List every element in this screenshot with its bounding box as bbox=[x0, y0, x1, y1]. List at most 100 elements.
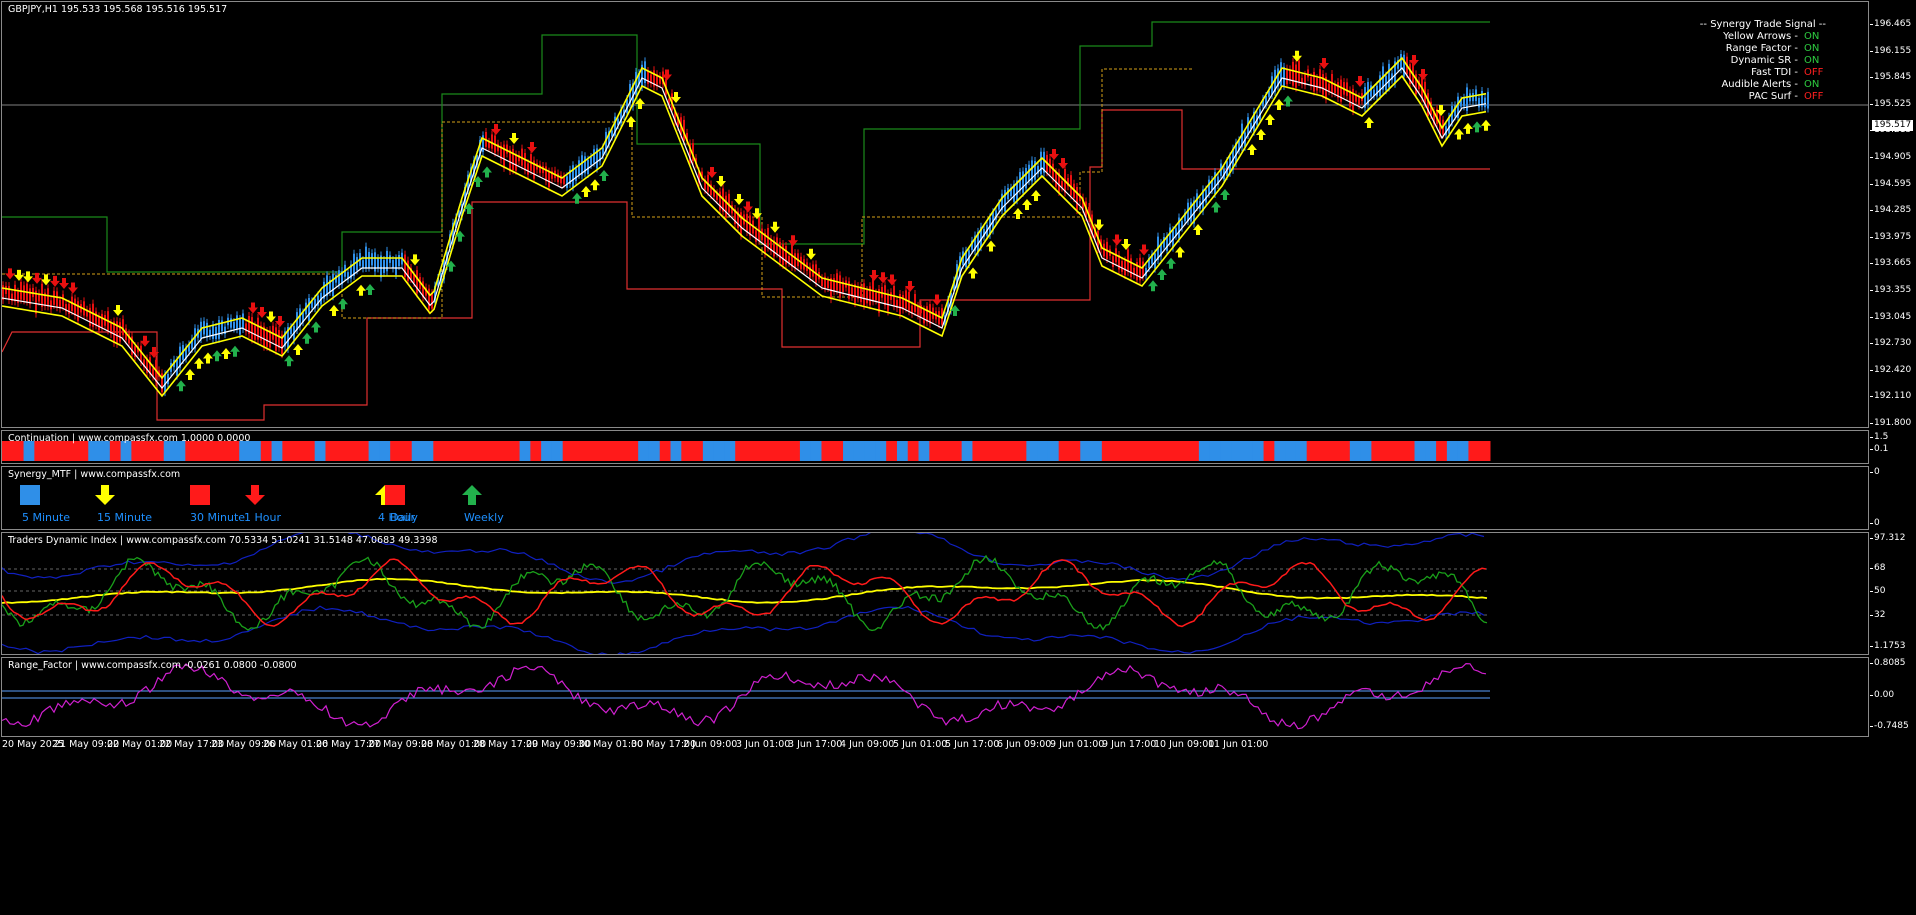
up-arrow-icon bbox=[599, 170, 609, 181]
signal-header-text: -- Synergy Trade Signal -- bbox=[1699, 19, 1826, 30]
candle-body bbox=[575, 168, 577, 181]
continuation-bar bbox=[918, 441, 930, 461]
candle-body bbox=[140, 345, 142, 363]
candle-body bbox=[1313, 71, 1315, 92]
candle-body bbox=[215, 327, 217, 340]
range-factor-tick: -0.7485 bbox=[1870, 721, 1909, 731]
candle-body bbox=[1352, 88, 1354, 112]
mtf-label: 5 Minute bbox=[22, 511, 71, 524]
down-arrow-icon bbox=[509, 133, 519, 144]
up-arrow-icon bbox=[1157, 269, 1167, 280]
candle-body bbox=[863, 283, 865, 306]
continuation-bar bbox=[314, 441, 326, 461]
continuation-tick-top: 1.5 bbox=[1869, 432, 1889, 442]
continuation-bar bbox=[810, 441, 822, 461]
continuation-bar bbox=[379, 441, 391, 461]
continuation-bar bbox=[1252, 441, 1265, 461]
candle-body bbox=[1295, 64, 1297, 88]
continuation-bar bbox=[692, 441, 704, 461]
continuation-bar bbox=[422, 441, 434, 461]
range-factor-tick: 0.00 bbox=[1869, 690, 1895, 700]
mtf-item bbox=[460, 483, 484, 509]
down-arrow-icon bbox=[1058, 158, 1068, 169]
candle-body bbox=[1283, 66, 1285, 86]
price-chart-svg[interactable] bbox=[2, 2, 1868, 427]
candle-body bbox=[506, 144, 508, 154]
candle-body bbox=[89, 307, 91, 327]
candle-body bbox=[275, 327, 277, 351]
down-arrow-icon bbox=[527, 142, 537, 153]
price-tick: 193.045 bbox=[1869, 311, 1912, 322]
continuation-bar bbox=[907, 441, 920, 461]
continuation-bar bbox=[1479, 441, 1491, 461]
down-arrow-icon bbox=[878, 272, 888, 284]
candle-body bbox=[512, 148, 514, 171]
candle-body bbox=[782, 243, 784, 265]
up-arrow-icon bbox=[1247, 144, 1257, 155]
signal-row: Fast TDI - OFF bbox=[1696, 67, 1826, 79]
candle-body bbox=[383, 260, 385, 273]
candle-body bbox=[209, 329, 211, 336]
continuation-bar bbox=[1069, 441, 1081, 461]
red-square-icon bbox=[188, 483, 212, 507]
mtf-pane[interactable]: Synergy_MTF | www.compassfx.com 5 Minute… bbox=[1, 466, 1869, 530]
continuation-bar bbox=[109, 441, 122, 461]
candle-body bbox=[206, 322, 208, 338]
continuation-bar bbox=[196, 441, 208, 461]
candle-body bbox=[47, 288, 49, 307]
tdi-tick: 1.1753 bbox=[1870, 641, 1906, 651]
up-arrow-icon bbox=[581, 186, 591, 197]
candle-body bbox=[239, 318, 241, 335]
down-arrow-icon bbox=[410, 254, 420, 266]
down-arrow-icon bbox=[23, 271, 33, 283]
up-arrow-icon bbox=[1220, 189, 1230, 200]
candle-body bbox=[548, 171, 550, 188]
signal-row: Dynamic SR - ON bbox=[1696, 55, 1826, 67]
continuation-bar bbox=[131, 441, 143, 461]
time-label: 11 Jun 01:00 bbox=[1208, 739, 1269, 750]
down-arrow-icon bbox=[1355, 76, 1365, 87]
candle-body bbox=[392, 260, 394, 269]
tdi-pane[interactable]: Traders Dynamic Index | www.compassfx.co… bbox=[1, 532, 1869, 655]
continuation-bar bbox=[433, 441, 445, 461]
candle-body bbox=[332, 274, 334, 297]
tdi-tick: 32 bbox=[1869, 610, 1886, 620]
continuation-bar bbox=[929, 441, 941, 461]
continuation-bar bbox=[1360, 441, 1372, 461]
candle-body bbox=[389, 255, 391, 263]
continuation-bar bbox=[1295, 441, 1308, 461]
candle-body bbox=[119, 322, 121, 342]
continuation-bar bbox=[77, 441, 89, 461]
continuation-bar bbox=[444, 441, 456, 461]
continuation-bar bbox=[638, 441, 650, 461]
range-factor-axis: 0.8085 0.00 -0.7485 bbox=[1869, 657, 1916, 737]
continuation-bar bbox=[1198, 441, 1211, 461]
candle-body bbox=[53, 290, 55, 305]
continuation-bar bbox=[1220, 441, 1232, 461]
signal-row: Yellow Arrows - ON bbox=[1696, 31, 1826, 43]
continuation-bar bbox=[152, 441, 165, 461]
time-axis: 20 May 2025 21 May 09:00 22 May 01:00 22 Ma… bbox=[0, 737, 1916, 755]
continuation-bar bbox=[1274, 441, 1286, 461]
continuation-bar bbox=[293, 441, 305, 461]
main-chart-pane[interactable]: GBPJPY,H1 195.533 195.568 195.516 195.51… bbox=[1, 1, 1869, 428]
time-label: 5 Jun 01:00 bbox=[893, 739, 948, 750]
signal-label: Yellow Arrows - bbox=[1723, 31, 1798, 42]
up-arrow-icon bbox=[203, 352, 213, 364]
candle-body bbox=[929, 304, 931, 324]
up-arrow-icon bbox=[590, 179, 600, 191]
signal-row: PAC Surf - OFF bbox=[1696, 91, 1826, 103]
continuation-bar bbox=[746, 441, 758, 461]
down-arrow-icon bbox=[869, 270, 879, 281]
continuation-title: Continuation | www.compassfx.com 1.0000 … bbox=[8, 433, 251, 444]
continuation-bar bbox=[120, 441, 132, 461]
range-factor-pane[interactable]: Range_Factor | www.compassfx.com -0.0261… bbox=[1, 657, 1869, 737]
continuation-pane[interactable]: Continuation | www.compassfx.com 1.0000 … bbox=[1, 430, 1869, 464]
candle-body bbox=[1055, 172, 1057, 187]
candle-body bbox=[527, 163, 529, 175]
candle-body bbox=[1484, 97, 1486, 108]
continuation-bar bbox=[34, 441, 46, 461]
tdi-axis: 97.312 68 50 32 1.1753 bbox=[1869, 532, 1916, 655]
candle-body bbox=[278, 330, 280, 348]
yellow-down-arrow-icon bbox=[93, 483, 117, 507]
